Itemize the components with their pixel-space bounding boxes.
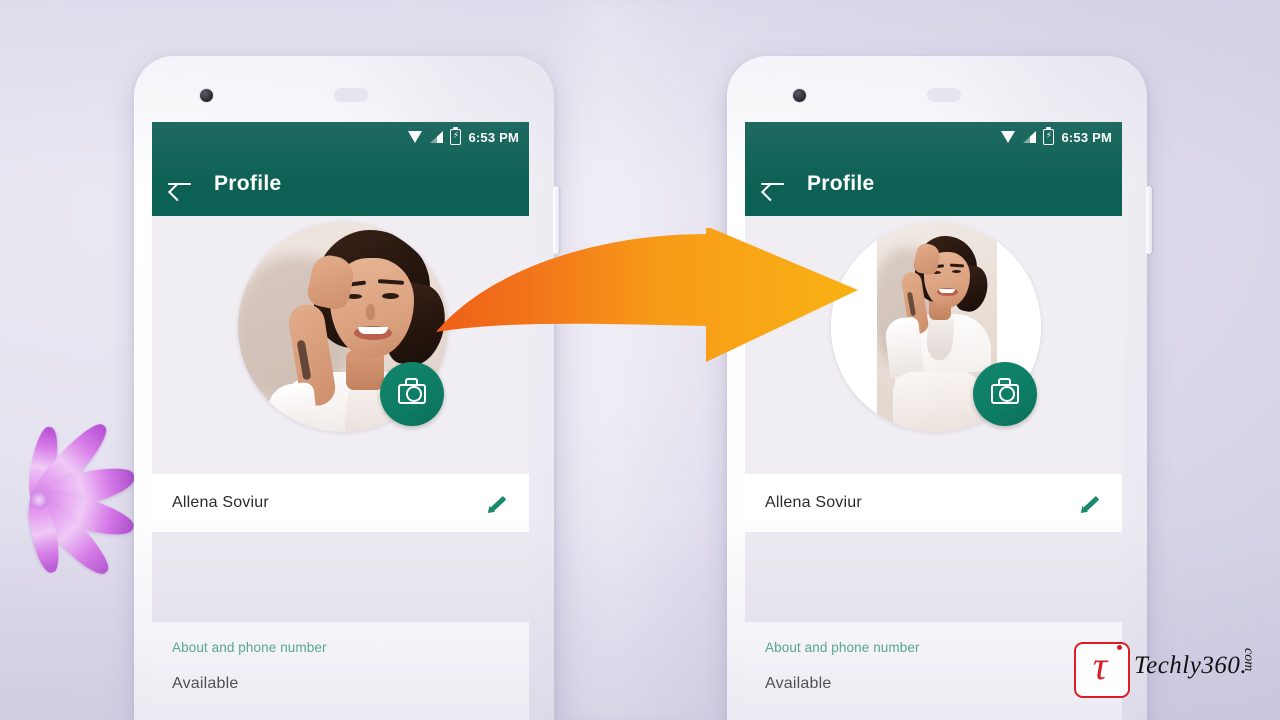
watermark-logo: τ Techly360. com	[1074, 640, 1274, 702]
brand-tld: com	[1241, 648, 1256, 672]
screenshot-stage: 6:53 PM Profile	[0, 0, 1280, 720]
transition-arrow	[436, 228, 858, 362]
brand-name: Techly360.	[1134, 652, 1248, 679]
logo-dot	[1117, 645, 1122, 650]
arrow-shape	[436, 228, 858, 362]
